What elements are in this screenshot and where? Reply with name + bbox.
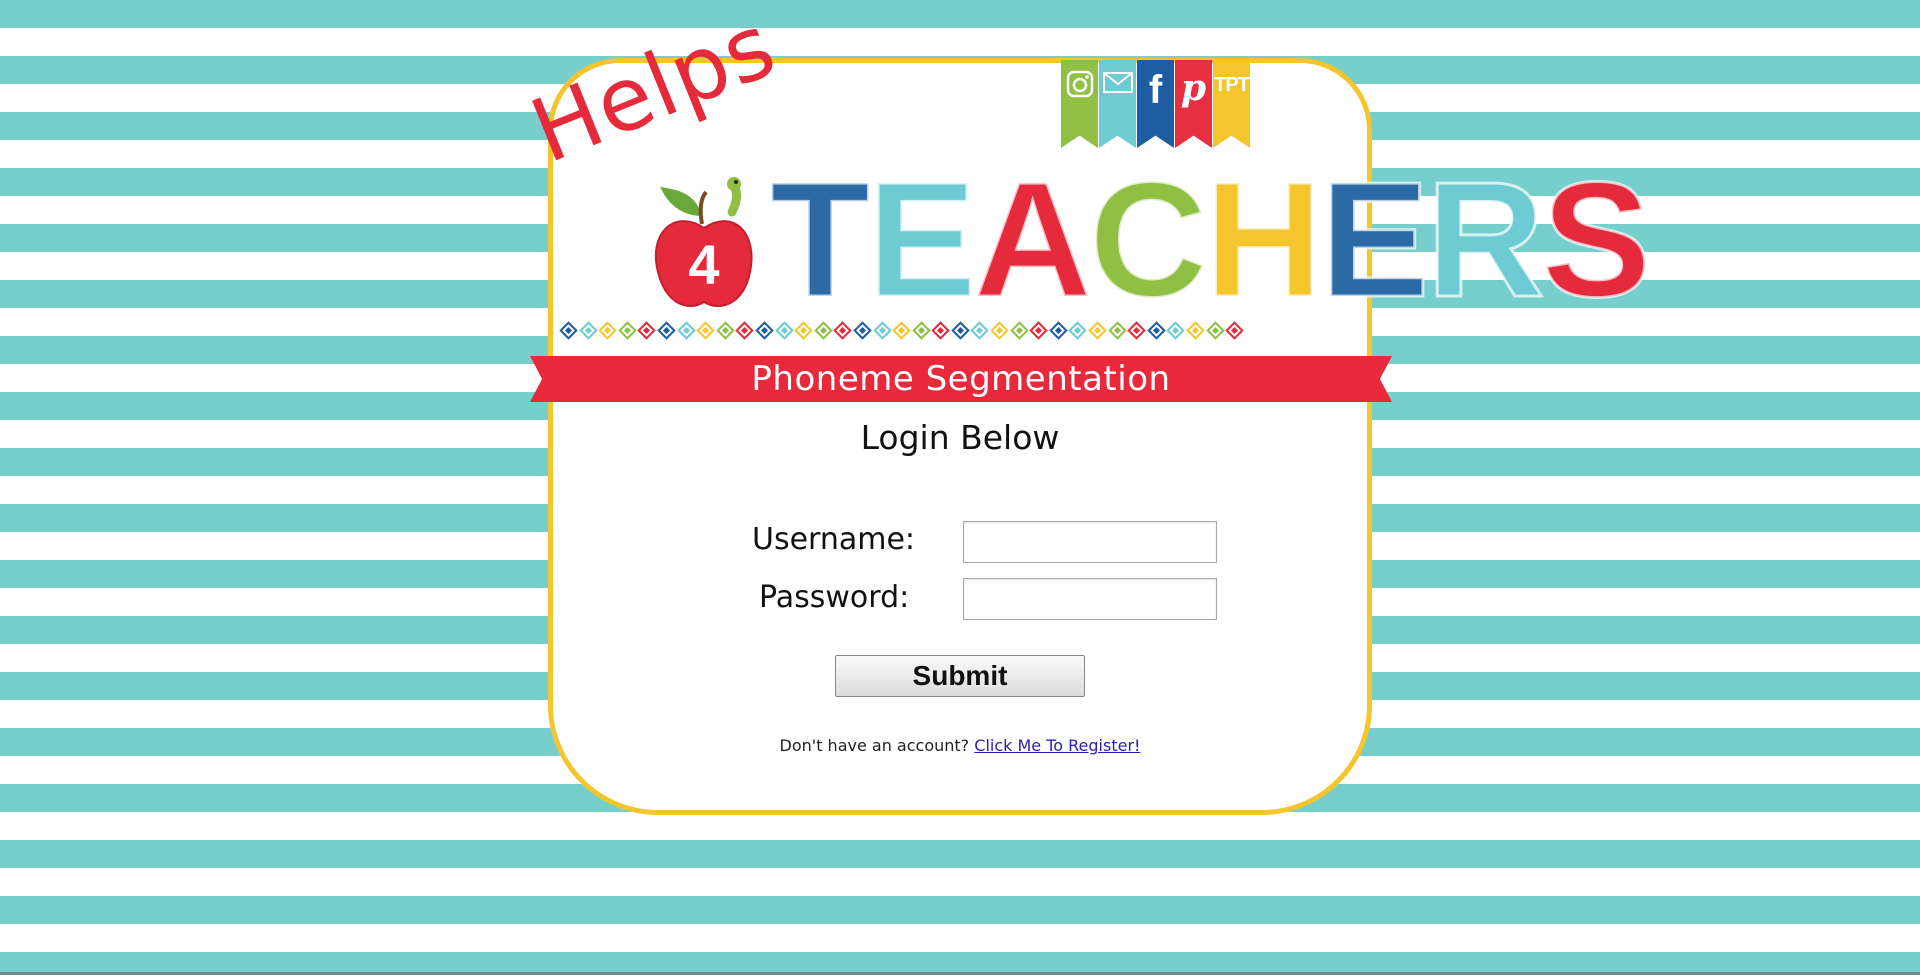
instagram-icon [1066, 70, 1094, 148]
diamond-ornament [892, 321, 911, 340]
instagram-link[interactable] [1061, 60, 1098, 148]
tpt-link[interactable]: TPT [1213, 60, 1250, 148]
submit-button[interactable]: Submit [835, 655, 1085, 697]
logo-letter: R [1425, 148, 1546, 331]
diamond-ornament [1009, 321, 1029, 340]
diamond-ornament [716, 321, 735, 340]
diamond-ornament [794, 321, 813, 340]
logo-letter: C [1088, 148, 1209, 331]
diamond-ornament [598, 321, 617, 340]
page-title: Phoneme Segmentation [751, 359, 1171, 399]
logo-letter: S [1540, 148, 1652, 331]
diamond-ornament [833, 321, 853, 340]
apple-number: 4 [688, 233, 719, 296]
diamond-ornament [1088, 321, 1107, 340]
diamond-ornament [872, 321, 892, 340]
diamond-ornament [1068, 321, 1088, 340]
diamond-ornament [735, 321, 755, 340]
diamond-ornament [618, 321, 637, 340]
pinterest-link[interactable]: p [1175, 60, 1212, 148]
logo-letter: E [1318, 148, 1430, 331]
diamond-ornament [774, 321, 794, 340]
register-prompt-line: Don't have an account? Click Me To Regis… [660, 736, 1260, 755]
diamond-ornament [853, 321, 872, 340]
logo-teachers-text: TEACHERS [768, 148, 1652, 331]
diamond-ornament [1147, 321, 1166, 340]
password-label: Password: [759, 580, 910, 615]
diamond-ornament [931, 321, 950, 340]
diamond-ornament [1205, 321, 1225, 340]
diamond-ornament [1225, 321, 1244, 340]
apple-logo-icon: 4 [654, 172, 754, 316]
diamond-ornament [1107, 321, 1127, 340]
diamond-ornament [1029, 321, 1048, 340]
username-input[interactable] [963, 521, 1217, 563]
register-prompt: Don't have an account? [779, 736, 970, 755]
username-label: Username: [752, 522, 916, 557]
diamond-ornament [814, 321, 833, 340]
diamond-ornament [657, 321, 676, 340]
diamond-ornament [1166, 321, 1186, 340]
diamond-ornament [696, 321, 715, 340]
logo-letter: E [866, 148, 978, 331]
diamond-ornament [1127, 321, 1146, 340]
diamond-ornament [676, 321, 696, 340]
diamond-ornament [1186, 321, 1205, 340]
social-links: f p TPT [1061, 60, 1250, 148]
login-heading: Login Below [860, 418, 1060, 457]
pinterest-icon: p [1180, 67, 1207, 109]
register-link[interactable]: Click Me To Register! [974, 736, 1140, 755]
logo-letter: H [1203, 148, 1324, 331]
logo-letter: A [972, 148, 1093, 331]
facebook-icon: f [1148, 68, 1163, 112]
password-input[interactable] [963, 578, 1217, 620]
email-link[interactable] [1099, 60, 1136, 148]
diamond-ornament [911, 321, 931, 340]
diamond-ornament [990, 321, 1009, 340]
logo-letter: T [768, 148, 871, 331]
diamond-border [559, 321, 1244, 340]
diamond-ornament [755, 321, 774, 340]
envelope-icon [1102, 70, 1133, 148]
diamond-ornament [637, 321, 657, 340]
tpt-icon: TPT [1214, 74, 1250, 96]
page-title-banner: Phoneme Segmentation [530, 356, 1392, 402]
diamond-ornament [578, 321, 598, 340]
diamond-ornament [951, 321, 970, 340]
diamond-ornament [1049, 321, 1068, 340]
facebook-link[interactable]: f [1137, 60, 1174, 148]
diamond-ornament [970, 321, 990, 340]
diamond-ornament [559, 321, 578, 340]
